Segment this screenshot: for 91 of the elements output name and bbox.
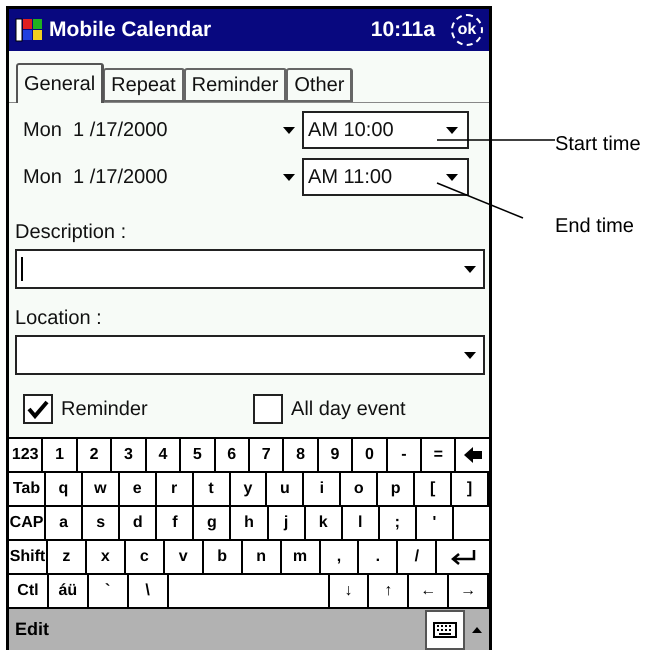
clock-time: 10:11a: [370, 17, 435, 44]
keyboard-key[interactable]: l: [342, 507, 380, 539]
keyboard-key[interactable]: 7: [250, 439, 284, 471]
dropdown-arrow-icon: [445, 126, 459, 134]
keyboard-key[interactable]: -: [388, 439, 422, 471]
keyboard-key[interactable]: n: [242, 541, 282, 573]
keyboard-key[interactable]: p: [378, 473, 416, 505]
keyboard-key[interactable]: ;: [380, 507, 417, 539]
tab[interactable]: Other: [286, 68, 354, 102]
tab[interactable]: Reminder: [184, 68, 288, 102]
ok-button[interactable]: ok: [451, 14, 483, 46]
checkbox-label: Reminder: [61, 397, 148, 422]
keyboard-key[interactable]: .: [359, 541, 398, 573]
date-picker[interactable]: Mon 1 /17/2000: [15, 115, 302, 145]
keyboard-key[interactable]: =: [422, 439, 456, 471]
keyboard-key[interactable]: 1: [43, 439, 78, 471]
dropdown-arrow-icon: [445, 172, 459, 182]
keyboard-key[interactable]: [: [415, 473, 452, 505]
input-panel-button[interactable]: [425, 610, 465, 650]
dropdown-arrow-icon: [463, 264, 477, 274]
keyboard-key[interactable]: 0: [353, 439, 388, 471]
keyboard-key[interactable]: ↑: [369, 575, 410, 607]
enter-arrow-icon: [450, 549, 476, 565]
keyboard-key[interactable]: m: [282, 541, 320, 573]
keyboard-key[interactable]: 123: [9, 439, 44, 471]
keyboard-key[interactable]: b: [204, 541, 243, 573]
date-picker[interactable]: Mon 1 /17/2000: [15, 162, 302, 192]
checkbox-label: All day event: [291, 397, 406, 422]
keyboard-key[interactable]: o: [341, 473, 378, 505]
keyboard-key[interactable]: ]: [452, 473, 489, 505]
keyboard-key[interactable]: h: [231, 507, 269, 539]
keyboard-key[interactable]: r: [156, 473, 194, 505]
keyboard-key[interactable]: a: [46, 507, 84, 539]
combo-box[interactable]: [15, 335, 485, 375]
keyboard-key[interactable]: `: [88, 575, 129, 607]
keyboard-key[interactable]: c: [126, 541, 165, 573]
keyboard-key[interactable]: d: [120, 507, 158, 539]
callout-label: Start time: [555, 132, 641, 157]
keyboard-key[interactable]: \: [128, 575, 168, 607]
keyboard-key[interactable]: x: [86, 541, 126, 573]
combo-box[interactable]: [15, 249, 485, 289]
field-label: Description :: [15, 220, 126, 245]
time-dropdown[interactable]: AM 10:00: [302, 111, 469, 149]
keyboard-key[interactable]: 8: [284, 439, 319, 471]
keyboard-key[interactable]: /: [398, 541, 438, 573]
dropdown-arrow-icon: [282, 126, 296, 134]
keyboard-key[interactable]: w: [82, 473, 120, 505]
windows-flag-icon: [15, 16, 43, 44]
keyboard-key[interactable]: ,: [320, 541, 360, 573]
keyboard-key[interactable]: s: [83, 507, 120, 539]
field-label: Location :: [15, 306, 102, 331]
keyboard-key[interactable]: 5: [181, 439, 216, 471]
tab[interactable]: Repeat: [103, 68, 185, 102]
keyboard-key[interactable]: q: [46, 473, 83, 505]
keyboard-key[interactable]: z: [48, 541, 87, 573]
keyboard-key[interactable]: g: [194, 507, 232, 539]
keyboard-key[interactable]: 9: [318, 439, 354, 471]
keyboard-key[interactable]: 4: [146, 439, 182, 471]
tab[interactable]: General: [16, 63, 104, 103]
keyboard-key[interactable]: y: [230, 473, 268, 505]
keyboard-key[interactable]: 3: [112, 439, 147, 471]
keyboard-key[interactable]: t: [194, 473, 231, 505]
dropdown-arrow-icon: [463, 350, 477, 360]
keyboard-key[interactable]: u: [267, 473, 304, 505]
backspace-icon: [462, 446, 483, 464]
keyboard-key[interactable]: ↓: [330, 575, 370, 607]
keyboard-key[interactable]: Ctl: [9, 575, 49, 607]
menu-item[interactable]: Edit: [15, 616, 49, 643]
time-dropdown[interactable]: AM 11:00: [302, 158, 469, 196]
keyboard-key[interactable]: j: [268, 507, 306, 539]
up-arrow-icon: [471, 626, 483, 634]
keyboard-key[interactable]: Tab: [9, 473, 46, 505]
app-title: Mobile Calendar: [49, 17, 212, 44]
keyboard-key[interactable]: ←: [409, 575, 450, 607]
keyboard-key[interactable]: i: [304, 473, 342, 505]
keyboard-key[interactable]: CAP: [9, 507, 46, 539]
checkbox[interactable]: [253, 394, 283, 424]
keyboard-key[interactable]: k: [306, 507, 343, 539]
keyboard-key[interactable]: ': [416, 507, 454, 539]
keyboard-key[interactable]: v: [164, 541, 204, 573]
dropdown-arrow-icon: [282, 172, 296, 182]
keyboard-key[interactable]: Shift: [9, 541, 48, 573]
keyboard-key[interactable]: 2: [78, 439, 112, 471]
keyboard-key[interactable]: e: [120, 473, 157, 505]
keyboard-icon: [433, 622, 457, 638]
checkbox[interactable]: [23, 394, 53, 424]
callout-label: End time: [555, 214, 634, 239]
keyboard-key[interactable]: 6: [216, 439, 250, 471]
keyboard-key[interactable]: →: [449, 575, 490, 607]
keyboard-key[interactable]: f: [157, 507, 194, 539]
keyboard-key[interactable]: áü: [48, 575, 89, 607]
